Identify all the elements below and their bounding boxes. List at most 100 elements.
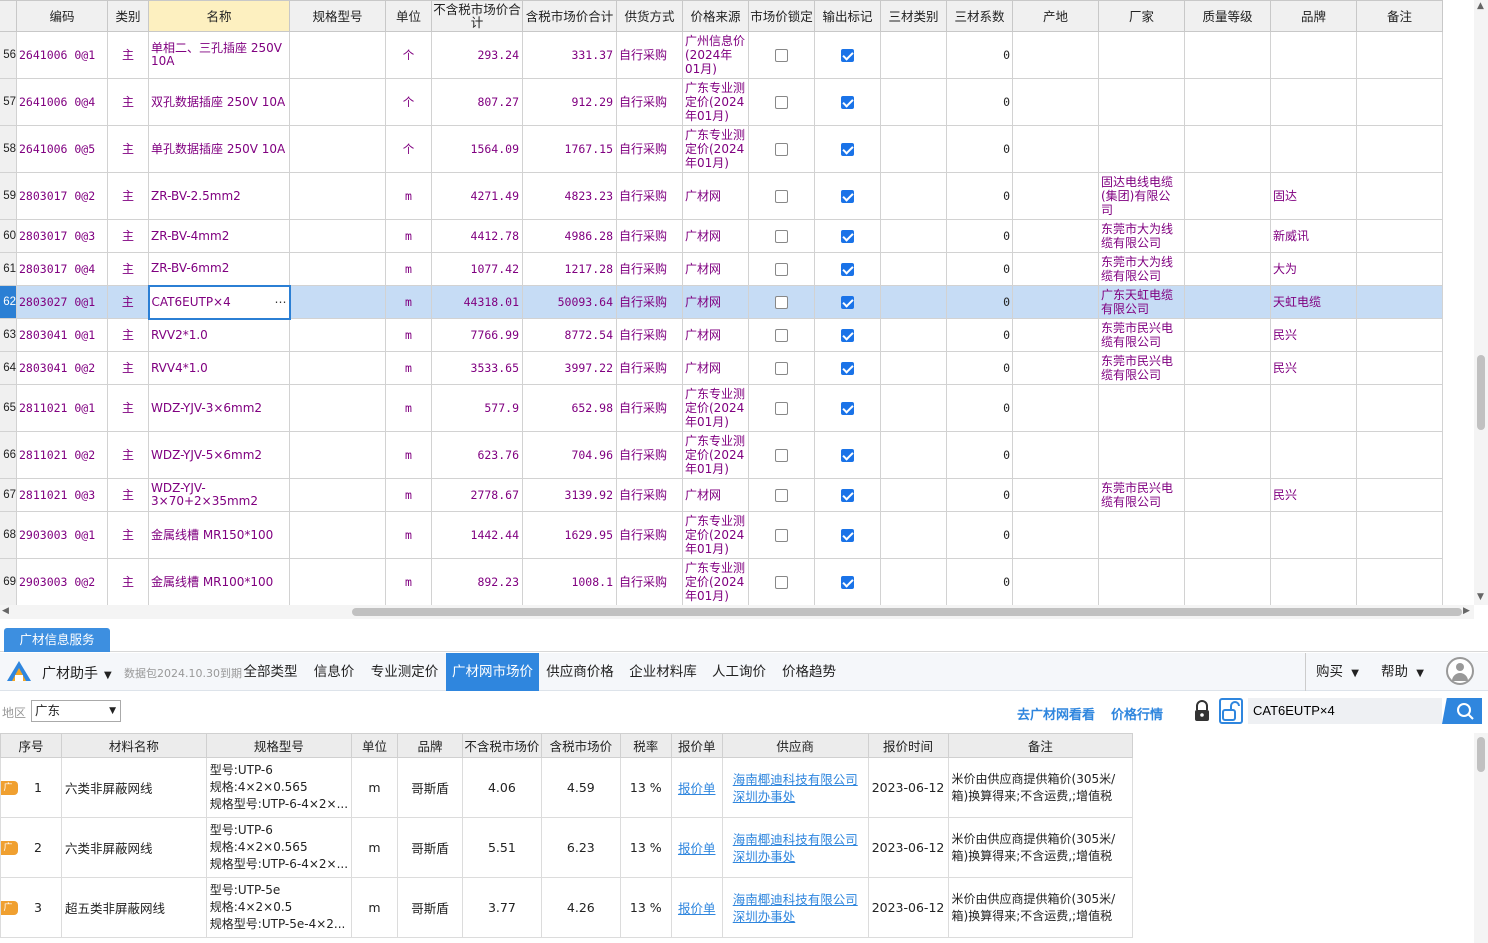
manufacturer-cell[interactable] [1098,384,1185,432]
material-coef-cell[interactable]: 0 [946,558,1013,605]
manufacturer-cell[interactable]: 东莞市民兴电缆有限公司 [1098,478,1185,512]
price-source-cell[interactable]: 广东专业测定价(2024年01月) [682,125,749,173]
code-cell[interactable]: 2641006 0@5 [16,125,108,173]
table-row[interactable]: 69 2903003 0@2 主 金属线槽 MR100*100 m 892.23 1008.… [0,558,1443,605]
table-row[interactable]: 61 2803017 0@4 主 ZR-BV-6mm2 m 1077.42 1217.28 自… [0,252,1443,286]
pretax-total-cell[interactable]: 1077.42 [431,252,523,286]
remark-cell[interactable] [1356,478,1443,512]
unit-cell[interactable]: m [385,318,432,352]
column-header[interactable]: 质量等级 [1184,0,1271,32]
spec-cell[interactable] [289,558,386,605]
search-input[interactable] [1248,698,1442,724]
column-header[interactable]: 供货方式 [616,0,683,32]
category-cell[interactable]: 主 [107,431,149,479]
results-column-header[interactable]: 供应商 [721,733,869,758]
brand-cell[interactable]: 新威讯 [1270,219,1357,253]
remark-cell[interactable] [1356,511,1443,559]
price-source-cell[interactable]: 广州信息价(2024年01月) [682,31,749,79]
spec-cell[interactable] [289,478,386,512]
results-column-header[interactable]: 单位 [351,733,398,758]
price-lock-checkbox[interactable] [775,488,788,502]
output-checkbox-cell[interactable] [814,31,881,79]
helper-menu[interactable]: 广材助手 ▼ [42,663,112,683]
name-cell[interactable]: 金属线槽 MR150*100 [148,511,290,559]
results-column-header[interactable]: 报价时间 [867,733,949,758]
pretax-total-cell[interactable]: 293.24 [431,31,523,79]
pretax-total-cell[interactable]: 892.23 [431,558,523,605]
price-lock-checkbox[interactable] [775,295,788,309]
table-row[interactable]: 58 2641006 0@5 主 单孔数据插座 250V 10A 个 1564.09 176… [0,125,1443,173]
tax-total-cell[interactable]: 1217.28 [522,252,617,286]
origin-cell[interactable] [1012,384,1099,432]
code-cell[interactable]: 2803017 0@2 [16,172,108,220]
material-class-cell[interactable] [880,78,947,126]
tax-total-cell[interactable]: 1008.1 [522,558,617,605]
output-checkbox[interactable] [841,575,854,589]
manufacturer-cell[interactable]: 广东天虹电缆有限公司 [1098,285,1185,319]
tax-total-cell[interactable]: 50093.64 [522,285,617,319]
supply-cell[interactable]: 自行采购 [616,252,683,286]
remark-cell[interactable] [1356,172,1443,220]
tax-total-cell[interactable]: 8772.54 [522,318,617,352]
lock-checkbox-cell[interactable] [748,511,815,559]
quality-cell[interactable] [1184,125,1271,173]
supply-cell[interactable]: 自行采购 [616,511,683,559]
unit-cell[interactable]: m [385,172,432,220]
code-cell[interactable]: 2803041 0@2 [16,351,108,385]
price-source-cell[interactable]: 广材网 [682,351,749,385]
tax-total-cell[interactable]: 3139.92 [522,478,617,512]
supply-cell[interactable]: 自行采购 [616,78,683,126]
results-column-header[interactable]: 含税市场价 [540,733,621,758]
remark-cell[interactable] [1356,318,1443,352]
price-source-cell[interactable]: 广材网 [682,252,749,286]
quality-cell[interactable] [1184,511,1271,559]
material-coef-cell[interactable]: 0 [946,511,1013,559]
supply-cell[interactable]: 自行采购 [616,172,683,220]
brand-cell[interactable] [1270,384,1357,432]
nav-tab[interactable]: 企业材料库 [622,653,704,691]
help-menu[interactable]: 帮助 ▼ [1381,653,1431,691]
category-cell[interactable]: 主 [107,125,149,173]
brand-cell[interactable]: 天虹电缆 [1270,285,1357,319]
code-cell[interactable]: 2811021 0@3 [16,478,108,512]
unit-cell[interactable]: m [385,351,432,385]
output-checkbox[interactable] [841,488,854,502]
code-cell[interactable]: 2641006 0@4 [16,78,108,126]
table-row[interactable]: 64 2803041 0@2 主 RVV4*1.0 m 3533.65 3997.22 自行采… [0,351,1443,385]
column-header[interactable]: 类别 [107,0,149,32]
supply-cell[interactable]: 自行采购 [616,351,683,385]
unit-cell[interactable]: m [385,511,432,559]
table-row[interactable]: 57 2641006 0@4 主 双孔数据插座 250V 10A 个 807.27 912.… [0,78,1443,126]
buy-menu[interactable]: 购买 ▼ [1305,653,1367,691]
results-column-header[interactable]: 品牌 [397,733,463,758]
material-coef-cell[interactable]: 0 [946,172,1013,220]
name-cell[interactable]: WDZ-YJV-5×6mm2 [148,431,290,479]
lock-checkbox-cell[interactable] [748,172,815,220]
category-cell[interactable]: 主 [107,252,149,286]
quality-cell[interactable] [1184,78,1271,126]
price-source-cell[interactable]: 广材网 [682,219,749,253]
manufacturer-cell[interactable] [1098,31,1185,79]
remark-cell[interactable] [1356,558,1443,605]
supply-cell[interactable]: 自行采购 [616,285,683,319]
origin-cell[interactable] [1012,219,1099,253]
output-checkbox-cell[interactable] [814,125,881,173]
lock-checkbox-cell[interactable] [748,125,815,173]
material-coef-cell[interactable]: 0 [946,478,1013,512]
output-checkbox-cell[interactable] [814,351,881,385]
search-button[interactable] [1442,698,1482,724]
price-lock-checkbox[interactable] [775,95,788,109]
price-lock-checkbox[interactable] [775,142,788,156]
manufacturer-cell[interactable] [1098,431,1185,479]
brand-cell[interactable] [1270,125,1357,173]
output-checkbox-cell[interactable] [814,252,881,286]
origin-cell[interactable] [1012,351,1099,385]
output-checkbox-cell[interactable] [814,285,881,319]
unit-cell[interactable]: 个 [385,78,432,126]
brand-cell[interactable]: 民兴 [1270,318,1357,352]
grid-horizontal-scrollbar[interactable]: ◀ ▶ [0,605,1474,619]
unit-cell[interactable]: m [385,478,432,512]
brand-cell[interactable]: 大为 [1270,252,1357,286]
table-row[interactable]: 59 2803017 0@2 主 ZR-BV-2.5mm2 m 4271.49 4823.2… [0,172,1443,220]
price-source-cell[interactable]: 广材网 [682,318,749,352]
